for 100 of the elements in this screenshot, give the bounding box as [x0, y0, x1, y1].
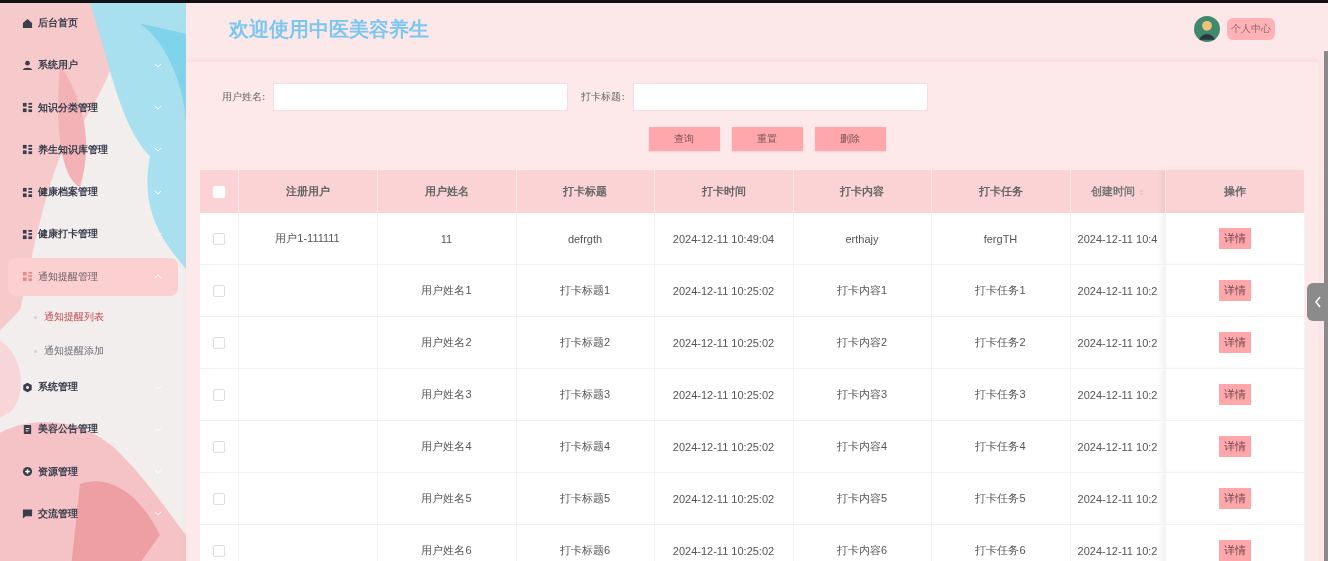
- checkbox[interactable]: [212, 233, 225, 246]
- action-button[interactable]: 重置: [731, 127, 803, 151]
- table-cell: 打卡标题6: [559, 544, 611, 556]
- table-cell: 打卡内容3: [836, 388, 888, 400]
- details-button[interactable]: 详情: [1218, 436, 1251, 457]
- table-cell: 用户姓名1: [421, 284, 472, 296]
- chevron-icon: [154, 105, 162, 111]
- table-cell: 打卡任务4: [975, 440, 1026, 452]
- column-header: 用户姓名: [424, 185, 469, 197]
- table-cell: 打卡任务6: [975, 544, 1026, 556]
- table-cell: 2024-12-11 10:2: [1077, 388, 1158, 401]
- table-cell: 打卡标题3: [559, 388, 611, 400]
- table-cell: 用户姓名5: [421, 492, 472, 504]
- table-cell: erthajy: [845, 232, 879, 245]
- table-cell: 打卡内容1: [836, 284, 888, 296]
- table-cell: 2024-12-11 10:49:04: [672, 232, 775, 245]
- field-label: 用户姓名:: [222, 90, 266, 104]
- action-button[interactable]: 查询: [648, 127, 720, 151]
- checkbox[interactable]: [212, 441, 225, 454]
- input-field[interactable]: [632, 83, 928, 111]
- checkbox[interactable]: [212, 545, 225, 558]
- table-cell: 2024-12-11 10:25:02: [672, 440, 775, 453]
- sidebar-item[interactable]: 健康打卡管理: [8, 215, 178, 254]
- column-header: 打卡时间: [701, 185, 746, 197]
- column-header: 打卡标题: [563, 185, 607, 197]
- table-cell: 打卡内容4: [836, 440, 888, 452]
- sidebar-item[interactable]: 资源管理: [8, 452, 178, 491]
- table-cell: 2024-12-11 10:25:02: [672, 388, 775, 401]
- table-cell: fergTH: [983, 232, 1018, 245]
- sidebar-item[interactable]: 后台首页: [8, 4, 178, 42]
- details-button[interactable]: 详情: [1218, 384, 1251, 405]
- column-header: 注册用户: [285, 185, 330, 197]
- chevron-icon: [154, 62, 162, 68]
- table-cell: 2024-12-11 10:25:02: [672, 336, 775, 349]
- profile-button[interactable]: 个人中心: [1226, 18, 1275, 40]
- chevron-icon: [154, 511, 162, 517]
- chevron-icon: [154, 274, 162, 280]
- checkbox[interactable]: [212, 389, 225, 402]
- table-cell: 打卡标题1: [559, 284, 611, 296]
- table-cell: 打卡任务1: [975, 284, 1026, 296]
- action-button[interactable]: 删除: [814, 127, 886, 151]
- sidebar-item[interactable]: 美容公告管理: [8, 410, 178, 449]
- column-header: 操作: [1223, 185, 1246, 197]
- sidebar-item[interactable]: 养生知识库管理: [8, 130, 178, 169]
- avatar-icon[interactable]: [1193, 16, 1220, 42]
- details-button[interactable]: 详情: [1218, 228, 1251, 249]
- table-cell: 2024-12-11 10:2: [1077, 544, 1158, 557]
- table-cell: 用户姓名3: [421, 388, 472, 400]
- table-cell: 打卡标题2: [559, 336, 611, 348]
- table-cell: defrgth: [567, 232, 603, 245]
- details-button[interactable]: 详情: [1218, 332, 1251, 353]
- column-header: 打卡任务: [978, 185, 1023, 197]
- table-cell: 打卡内容5: [836, 492, 888, 504]
- grid-icon: [22, 102, 33, 114]
- table-cell: 2024-12-11 10:25:02: [672, 284, 775, 297]
- sidebar-item[interactable]: 通知提醒管理: [8, 257, 178, 296]
- sidebar-item[interactable]: 知识分类管理: [8, 88, 178, 127]
- sidebar-item[interactable]: 交流管理: [8, 494, 178, 533]
- details-button[interactable]: 详情: [1218, 280, 1251, 301]
- table-cell: 打卡内容2: [836, 336, 888, 348]
- sidebar-item[interactable]: 系统用户: [8, 46, 178, 85]
- checkbox[interactable]: [212, 493, 225, 506]
- field-label: 打卡标题:: [581, 90, 625, 104]
- submenu-item[interactable]: 通知提醒添加: [8, 334, 178, 369]
- sidebar-item[interactable]: 系统管理: [8, 368, 178, 407]
- table-cell: 2024-12-11 10:2: [1077, 440, 1158, 453]
- details-button[interactable]: 详情: [1218, 540, 1251, 561]
- table-cell: 用户姓名4: [421, 440, 472, 452]
- table-cell: 打卡内容6: [836, 544, 888, 556]
- table-cell: 2024-12-11 10:2: [1077, 336, 1158, 349]
- submenu-item[interactable]: 通知提醒列表: [8, 300, 178, 335]
- column-header: 打卡内容: [840, 185, 884, 197]
- chevron-icon: [154, 147, 162, 153]
- table-cell: 打卡任务3: [975, 388, 1026, 400]
- table-cell: 打卡标题4: [559, 440, 611, 452]
- plus-circle-icon: [22, 466, 33, 478]
- table-cell: 2024-12-11 10:2: [1077, 492, 1158, 505]
- grid-icon: [22, 186, 33, 198]
- table-cell: 打卡任务2: [975, 336, 1026, 348]
- column-header: 创建时间: [1091, 185, 1135, 197]
- checkbox[interactable]: [212, 337, 225, 350]
- table-cell: 用户姓名2: [421, 336, 472, 348]
- table-cell: 2024-12-11 10:25:02: [672, 544, 775, 557]
- input-field[interactable]: [273, 83, 569, 111]
- table-cell: 打卡标题5: [559, 492, 611, 504]
- table-cell: 2024-12-11 10:4: [1077, 232, 1158, 245]
- home-icon: [22, 17, 33, 29]
- grid-icon: [22, 229, 33, 240]
- gear-icon: [22, 381, 33, 393]
- sidebar-item[interactable]: 健康档案管理: [8, 173, 178, 212]
- details-button[interactable]: 详情: [1218, 488, 1251, 509]
- chat-icon: [22, 508, 33, 520]
- user-icon: [22, 59, 33, 71]
- checkbox[interactable]: [212, 285, 225, 298]
- grid-icon: [22, 271, 33, 283]
- table-cell: 打卡任务5: [975, 492, 1026, 504]
- table-cell: 11: [440, 232, 453, 245]
- table-cell: 2024-12-11 10:2: [1077, 284, 1158, 297]
- scrollbar[interactable]: [1323, 51, 1328, 561]
- grid-icon: [22, 144, 33, 156]
